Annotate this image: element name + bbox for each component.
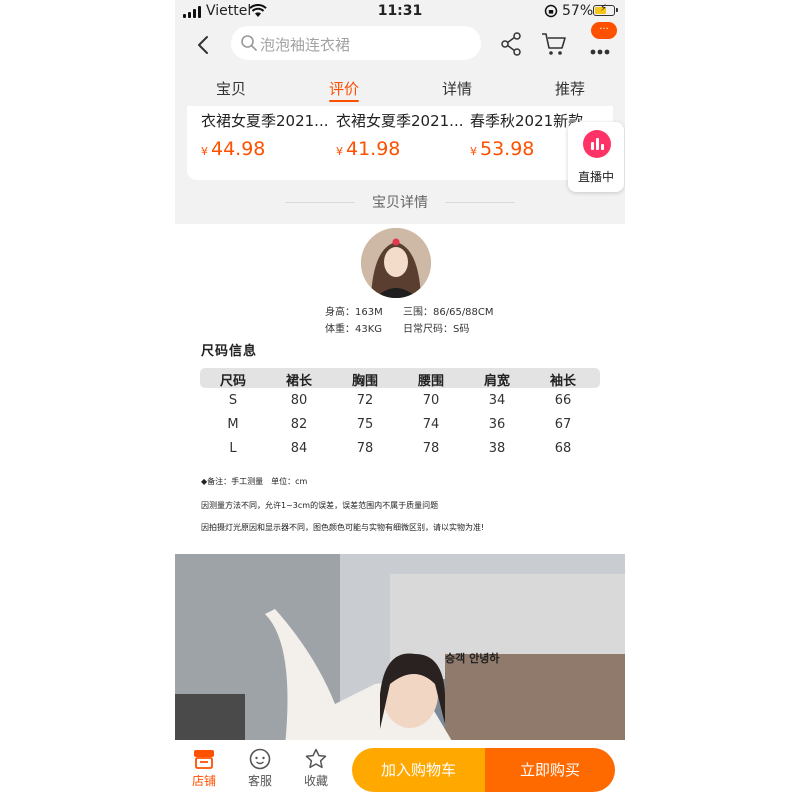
column-header: 腰围 [417,374,444,389]
search-icon [241,35,257,51]
tab-bar: 宝贝 评价 详情 推荐 [175,74,625,106]
cart-icon[interactable] [541,32,567,56]
table-cell: 78 [422,441,440,456]
battery-icon: ⚡ [593,3,618,16]
table-row: S 80 72 70 34 66 [200,388,600,412]
table-row: M 82 75 74 36 67 [200,412,600,436]
tab-recommend[interactable]: 推荐 [530,78,610,99]
shop-button[interactable]: 店铺 [179,748,229,789]
search-placeholder: 泡泡袖连衣裙 [260,36,351,54]
bottom-action-bar: 店铺 客服 收藏 加入购物车 立即购买 [175,740,625,800]
section-divider-title: 宝贝详情 [175,192,625,212]
product-title: 衣裙女夏季2021... [201,112,329,130]
share-icon[interactable] [500,32,522,56]
column-header: 尺码 [219,374,246,389]
live-stream-label: 直播中 [577,170,614,184]
search-input[interactable]: 泡泡袖连衣裙 [231,26,481,60]
customer-service-button[interactable]: 客服 [235,748,285,789]
favorite-button[interactable]: 收藏 [291,748,341,789]
back-arrow-icon[interactable] [193,34,215,56]
table-cell: 67 [554,417,572,432]
table-cell: S [228,393,238,408]
column-header: 肩宽 [483,374,510,389]
star-icon [305,748,327,769]
favorite-label: 收藏 [303,774,328,788]
table-row: L 84 78 78 38 68 [200,436,600,460]
table-cell: 84 [290,441,308,456]
buy-now-button[interactable]: 立即购买 [485,748,615,792]
table-cell: 38 [488,441,506,456]
model-avatar: 柏芷 [361,228,431,298]
model-info-left: 身高：163M 体重：43KG [325,304,383,338]
column-header: 胸围 [351,374,378,389]
table-cell: 80 [290,393,308,408]
product-price: ¥44.98 [201,138,266,160]
chat-face-icon [249,748,271,770]
shop-label: 店铺 [191,774,216,788]
product-title: 衣裙女夏季2021... [336,112,464,130]
recommended-product[interactable]: 衣裙女夏季2021... ¥44.98 [201,110,329,160]
tab-reviews[interactable]: 评价 [304,78,384,99]
table-cell: 70 [422,393,440,408]
column-header: 裙长 [285,374,312,389]
status-bar: Viettel 11:31 57% ⚡ [175,0,625,24]
product-detail: 柏芷 身高：163M 体重：43KG 三围：86/65/88CM 日常尺码：S码… [175,224,625,554]
live-stream-button[interactable]: 直播中 [568,122,624,192]
size-info-heading: 尺码信息 [201,344,258,359]
recommended-product[interactable]: 衣裙女夏季2021... ¥41.98 [336,110,464,160]
table-cell: 36 [488,417,506,432]
product-photo-placeholder [175,554,625,746]
model-height: 身高：163M [325,307,383,318]
color-note: 因拍摄灯光原因和显示器不同，图色颜色可能与实物有细微区别，请以实物为准! [201,523,485,532]
model-name: 柏芷 [361,290,431,298]
table-cell: 68 [554,441,572,456]
table-cell: 74 [422,417,440,432]
live-stream-icon [583,130,611,158]
notification-badge: ··· [591,22,617,39]
product-price: ¥41.98 [336,138,401,160]
model-weight: 体重：43KG [325,324,383,335]
table-cell: 72 [356,393,374,408]
column-header: 袖长 [549,374,576,389]
store-icon [194,750,214,769]
table-cell: 78 [356,441,374,456]
phone-screen: Viettel 11:31 57% ⚡ 泡泡袖连衣裙 ··· 宝贝 评价 详情 … [175,0,625,800]
tab-item[interactable]: 宝贝 [191,78,271,99]
model-measurements: 三围：86/65/88CM [403,307,494,318]
table-cell: 66 [554,393,572,408]
size-table-header: 尺码 裙长 胸围 腰围 肩宽 袖长 [200,368,600,389]
table-cell: L [229,441,237,456]
tolerance-note: 因测量方法不同，允许1~3cm的误差，误差范围内不属于质量问题 [201,501,439,510]
table-cell: 82 [290,417,308,432]
search-header: 泡泡袖连衣裙 [175,24,625,68]
model-info-right: 三围：86/65/88CM 日常尺码：S码 [403,304,494,338]
tab-details[interactable]: 详情 [417,78,497,99]
model-usual-size: 日常尺码：S码 [403,324,470,335]
active-tab-indicator [329,100,359,102]
customer-service-label: 客服 [247,774,272,788]
model-portrait-placeholder [361,228,431,298]
measurement-note: ◆备注：手工测量 单位：cm [201,477,308,486]
recommendation-strip: 衣裙女夏季2021... ¥44.98 衣裙女夏季2021... ¥41.98 … [187,106,613,180]
photo-sign-text: 승객 안녕하 [445,652,500,665]
table-cell: 75 [356,417,374,432]
size-table: 尺码 裙长 胸围 腰围 肩宽 袖长 S 80 72 70 34 66 M 82 … [200,368,600,460]
table-cell: 34 [488,393,506,408]
product-photo: 승객 안녕하 [175,554,625,746]
orientation-lock-icon [544,4,558,18]
battery-percent: 57% [562,3,594,19]
add-to-cart-button[interactable]: 加入购物车 [352,748,485,792]
table-cell: M [227,417,239,432]
